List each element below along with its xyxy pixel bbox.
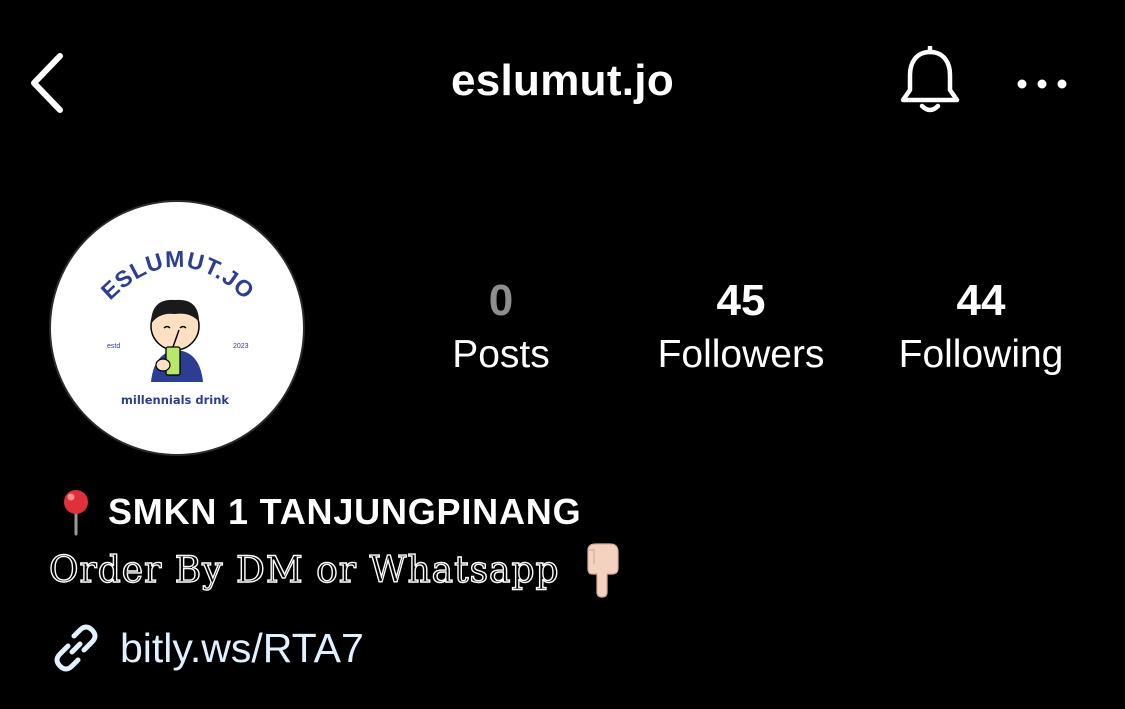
following-label: Following (898, 333, 1064, 376)
pointing-down-hand-icon (587, 543, 619, 598)
followers-label: Followers (657, 333, 825, 376)
stat-posts[interactable]: 0 Posts (391, 275, 611, 381)
logo-left-text: estd (107, 343, 120, 350)
top-bar: eslumut.jo (0, 0, 1125, 165)
logo-right-text: 2023 (233, 343, 249, 350)
posts-label: Posts (452, 333, 550, 376)
logo-tagline: millennials drink (121, 393, 230, 407)
bio-location-line: SMKN 1 TANJUNGPINANG (56, 488, 581, 536)
bio-order-line: Order By DM or Whatsapp (48, 542, 624, 598)
followers-count: 45 (716, 276, 766, 325)
stat-following[interactable]: 44 Following (871, 275, 1091, 381)
bio-school-name: SMKN 1 TANJUNGPINANG (108, 491, 582, 532)
bio-link[interactable]: bitly.ws/RTA7 (48, 620, 364, 676)
posts-count: 0 (488, 276, 514, 325)
brand-logo: ESLUMUT.JO estd 2023 millennials drink (96, 246, 260, 407)
more-horizontal-icon (1017, 79, 1067, 89)
logo-text: ESLUMUT.JO (96, 246, 260, 305)
more-options-button[interactable] (1006, 60, 1078, 108)
profile-avatar[interactable]: ESLUMUT.JO estd 2023 millennials drink (49, 200, 305, 456)
bio-link-text: bitly.ws/RTA7 (120, 624, 364, 671)
bell-icon (900, 46, 960, 113)
link-icon (54, 624, 98, 672)
mascot-illustration (150, 299, 203, 382)
bio-order-text: Order By DM or Whatsapp (48, 549, 560, 591)
pushpin-icon (64, 490, 88, 536)
stat-followers[interactable]: 45 Followers (631, 275, 851, 381)
notifications-button[interactable] (890, 42, 970, 122)
following-count: 44 (956, 276, 1006, 325)
